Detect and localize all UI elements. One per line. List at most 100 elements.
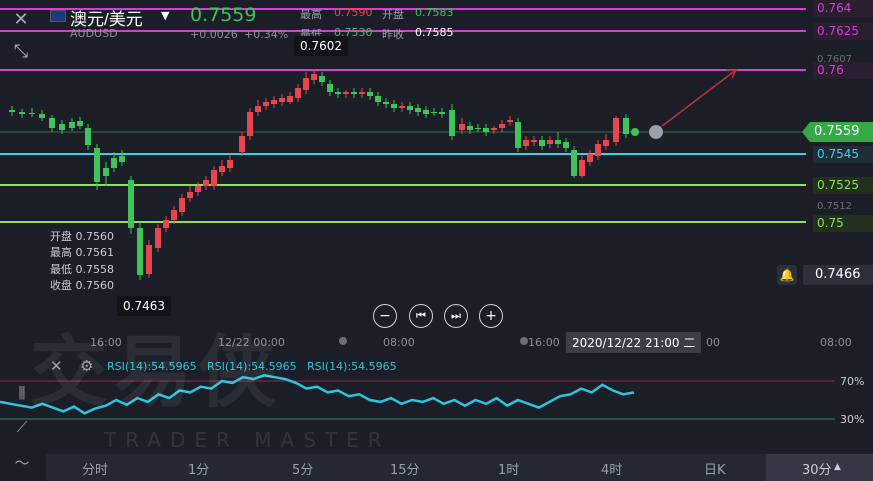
level-label-075: 0.75 bbox=[813, 215, 873, 232]
info-icon bbox=[649, 125, 663, 139]
candle-body bbox=[327, 84, 333, 92]
level-label-0764: 0.764 bbox=[813, 0, 873, 17]
candle-body bbox=[555, 140, 561, 144]
time-label-tail: 00 bbox=[706, 336, 720, 349]
draw-line-icon[interactable]: ⟋ bbox=[8, 415, 36, 439]
crosshair-dot bbox=[520, 337, 528, 345]
chevron-down-icon[interactable]: ▼ bbox=[161, 9, 169, 22]
bell-icon[interactable]: 🔔 bbox=[777, 265, 797, 285]
candle-body bbox=[85, 128, 91, 145]
au-flag-icon bbox=[50, 10, 66, 22]
current-price: 0.7559 bbox=[190, 4, 257, 26]
time-label-3: 08:00 bbox=[383, 336, 415, 349]
candle-body bbox=[523, 140, 529, 146]
candle-body bbox=[163, 220, 169, 228]
candle-body bbox=[295, 88, 301, 98]
candle-body bbox=[579, 160, 585, 176]
watermark-logo: 交易侠 bbox=[30, 328, 283, 418]
level-label-07525: 0.7525 bbox=[813, 177, 873, 194]
candle-body bbox=[515, 122, 521, 148]
tf-1h[interactable]: 1时 bbox=[498, 459, 519, 478]
candle-body bbox=[571, 150, 577, 176]
candle-body bbox=[499, 124, 505, 128]
candle-body bbox=[415, 108, 421, 112]
candle-body bbox=[239, 136, 245, 152]
candle-body bbox=[19, 112, 25, 114]
timeframe-bar bbox=[46, 454, 873, 481]
candle-body bbox=[263, 102, 269, 106]
candle-body bbox=[539, 140, 545, 146]
candle-body bbox=[179, 198, 185, 212]
crosshair-time-label: 2020/12/22 21:00 二 bbox=[566, 332, 702, 353]
candle-body bbox=[311, 74, 317, 80]
candle-body bbox=[94, 148, 100, 182]
current-price-marker: 0.7559 bbox=[802, 122, 873, 142]
candle-body bbox=[255, 106, 261, 112]
candle-body bbox=[507, 120, 513, 122]
candle-body bbox=[383, 102, 389, 104]
indicator-icon[interactable]: 〜 bbox=[8, 450, 36, 474]
candle-body bbox=[203, 180, 209, 186]
candle-body bbox=[29, 113, 35, 114]
high-price-tag: 0.7602 bbox=[294, 36, 348, 56]
tf-daily[interactable]: 日K bbox=[704, 459, 726, 478]
stat-prevclose-value: 0.7585 bbox=[415, 26, 454, 39]
jump-end-button[interactable]: ⏭ bbox=[444, 304, 468, 328]
tf-30m[interactable]: 30分 bbox=[802, 459, 832, 478]
candle-type-icon[interactable]: ⫼ bbox=[8, 381, 36, 405]
price-change-pct: +0.34% bbox=[244, 28, 289, 41]
watermark-text: TRADER MASTER bbox=[104, 428, 391, 452]
tf-tick[interactable]: 分时 bbox=[82, 459, 108, 478]
symbol-code: AUDUSD bbox=[70, 27, 118, 40]
candle-body bbox=[227, 160, 233, 168]
crosshair-dot bbox=[339, 337, 347, 345]
alert-price-label[interactable]: 0.7466 bbox=[803, 265, 873, 285]
level-label-07625: 0.7625 bbox=[813, 23, 873, 40]
candle-body bbox=[195, 186, 201, 192]
candle-body bbox=[587, 154, 593, 162]
ohlc-open: 开盘 0.7560 bbox=[50, 230, 114, 243]
candle-body bbox=[137, 228, 143, 275]
zoom-in-button[interactable]: + bbox=[479, 304, 503, 328]
chevron-up-icon[interactable]: ▲ bbox=[834, 462, 841, 472]
stat-high-label: 最高 bbox=[300, 8, 322, 21]
candle-body bbox=[39, 114, 45, 118]
candle-body bbox=[59, 124, 65, 130]
candle-body bbox=[407, 106, 413, 110]
candle-body bbox=[155, 228, 161, 248]
candle-body bbox=[9, 110, 15, 112]
zoom-out-button[interactable]: − bbox=[373, 304, 397, 328]
candle-body bbox=[563, 142, 569, 148]
time-label-5: 08:00 bbox=[820, 336, 852, 349]
candle-body bbox=[547, 140, 553, 144]
level-label-076: 0.76 bbox=[813, 62, 873, 79]
candle-body bbox=[431, 112, 437, 113]
candle-body bbox=[219, 166, 225, 172]
candle-body bbox=[146, 245, 152, 274]
tf-5m[interactable]: 5分 bbox=[292, 459, 313, 478]
stat-prevclose-label: 昨收 bbox=[382, 28, 404, 41]
tf-15m[interactable]: 15分 bbox=[390, 459, 420, 478]
close-icon[interactable]: ✕ bbox=[6, 4, 36, 34]
candle-body bbox=[483, 128, 489, 132]
candle-body bbox=[211, 170, 217, 186]
ohlc-close: 收盘 0.7560 bbox=[50, 279, 114, 292]
stat-high-value: 0.7590 bbox=[334, 6, 373, 19]
candle-body bbox=[287, 96, 293, 102]
tf-1m[interactable]: 1分 bbox=[188, 459, 209, 478]
candle-body bbox=[603, 140, 609, 146]
candle-body bbox=[171, 210, 177, 220]
jump-start-button[interactable]: ⏮ bbox=[409, 304, 433, 328]
candle-body bbox=[475, 128, 481, 129]
candle-body bbox=[279, 98, 285, 102]
tf-4h[interactable]: 4时 bbox=[601, 459, 622, 478]
candle-body bbox=[77, 121, 83, 126]
collapse-icon[interactable]: ⤡ bbox=[6, 36, 36, 66]
ohlc-low: 最低 0.7558 bbox=[50, 263, 114, 276]
candle-body bbox=[111, 158, 117, 168]
candle-body bbox=[491, 128, 497, 130]
level-label-07512: 0.7512 bbox=[817, 201, 852, 212]
candle-body bbox=[319, 76, 325, 82]
candle-body bbox=[69, 122, 75, 128]
rsi-lower-label: 30% bbox=[840, 413, 865, 426]
